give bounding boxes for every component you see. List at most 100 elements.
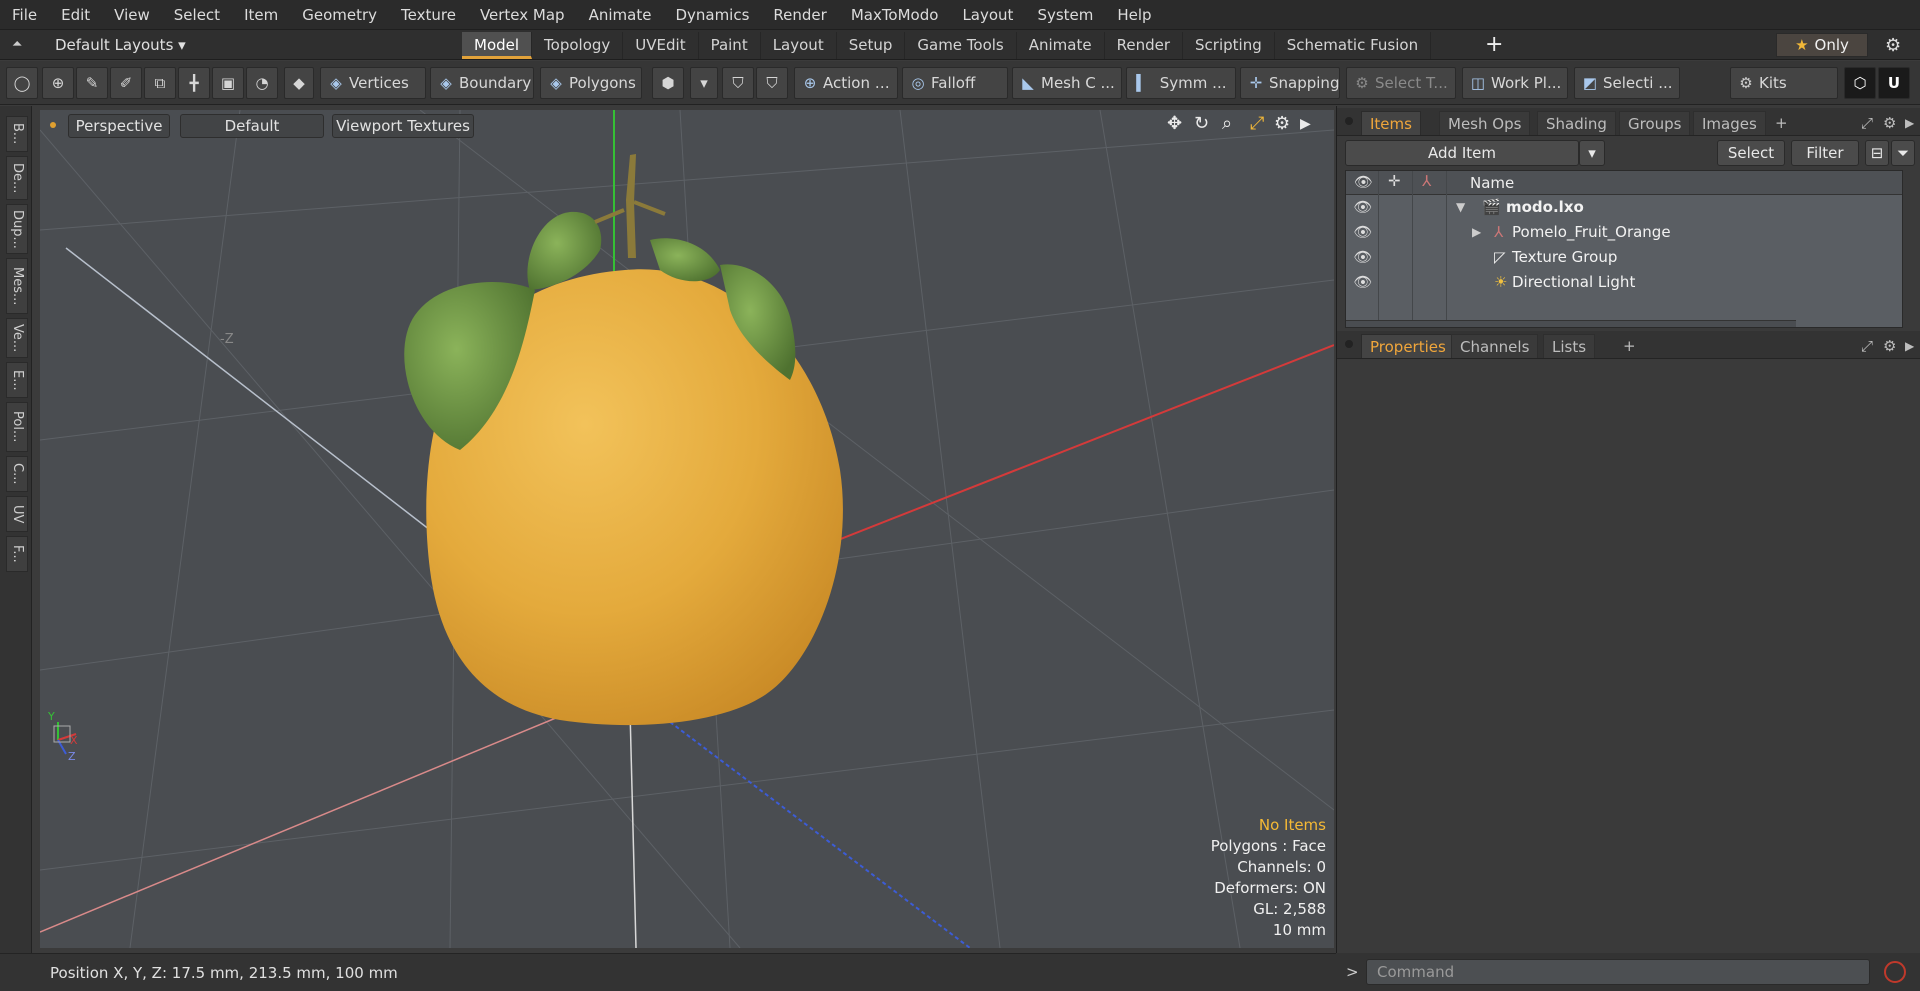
record-icon[interactable] [1884, 961, 1906, 983]
menu-item[interactable]: Item [232, 0, 290, 30]
menu-dynamics[interactable]: Dynamics [663, 0, 761, 30]
tab-items[interactable]: Items [1361, 111, 1421, 135]
action-center-button[interactable]: ⊕ Action … [794, 67, 898, 99]
tab-schematic-fusion[interactable]: Schematic Fusion [1275, 32, 1432, 59]
left-tab-edge[interactable]: E... [6, 362, 28, 398]
menu-select[interactable]: Select [162, 0, 232, 30]
menu-system[interactable]: System [1025, 0, 1105, 30]
tab-lists[interactable]: Lists [1543, 334, 1596, 358]
eye-icon[interactable]: 👁 [1352, 220, 1374, 245]
name-column-header[interactable]: Name [1470, 171, 1514, 195]
panel-arrow-icon[interactable]: ▶ [1897, 111, 1920, 135]
lock-column-icon[interactable]: ✛ [1388, 172, 1401, 190]
eye-icon[interactable]: 👁 [1352, 270, 1374, 295]
menu-file[interactable]: File [0, 0, 49, 30]
eye-icon[interactable]: 👁 [1352, 245, 1374, 270]
only-button[interactable]: ★ Only [1776, 33, 1868, 57]
snapping-button[interactable]: ✛ Snapping [1240, 67, 1340, 99]
polygons-button[interactable]: ◈ Polygons [540, 67, 642, 99]
unity-button[interactable]: ⬡ [1844, 67, 1876, 99]
symmetry-shield-button[interactable]: ⛉ [722, 67, 754, 99]
perspective-view-button[interactable]: Perspective [68, 114, 170, 138]
items-horizontal-scrollbar[interactable] [1346, 320, 1796, 327]
tab-setup[interactable]: Setup [837, 32, 906, 59]
tab-shading[interactable]: Shading [1537, 111, 1616, 135]
menu-view[interactable]: View [102, 0, 162, 30]
mesh-constraint-button[interactable]: ◣ Mesh C ... [1012, 67, 1122, 99]
boundary-button[interactable]: ◈ Boundary [430, 67, 534, 99]
tree-row-mesh[interactable]: 👁 ▶ ⅄ Pomelo_Fruit_Orange [1346, 220, 1902, 245]
left-tab-vertex[interactable]: Ve... [6, 318, 28, 358]
move-tool[interactable]: ╋ [178, 67, 210, 99]
left-tab-uv[interactable]: UV [6, 496, 28, 532]
eye-icon[interactable]: 👁 [1352, 195, 1374, 220]
left-tab-deform[interactable]: De... [6, 156, 28, 200]
tree-row-texture-group[interactable]: 👁 ◸ Texture Group [1346, 245, 1902, 270]
tab-uvedit[interactable]: UVEdit [623, 32, 699, 59]
tree-row-scene[interactable]: 👁 ▼ 🎬 modo.lxo [1346, 195, 1902, 220]
work-plane-button[interactable]: ◫ Work Pl... [1462, 67, 1568, 99]
tab-channels[interactable]: Channels [1451, 334, 1539, 358]
menu-maxtomodo[interactable]: MaxToModo [839, 0, 951, 30]
left-tab-mesh-edit[interactable]: Mes... [6, 258, 28, 314]
tree-row-light[interactable]: 👁 ☀ Directional Light [1346, 270, 1902, 295]
menu-help[interactable]: Help [1105, 0, 1163, 30]
menu-animate[interactable]: Animate [577, 0, 664, 30]
tab-mesh-ops[interactable]: Mesh Ops [1439, 111, 1531, 135]
menu-vertex-map[interactable]: Vertex Map [468, 0, 577, 30]
maximize-icon[interactable]: ⤢ [1250, 113, 1264, 134]
expand-triangle-icon[interactable]: ▼ [1456, 195, 1465, 220]
menu-layout[interactable]: Layout [950, 0, 1025, 30]
tab-scripting[interactable]: Scripting [1183, 32, 1275, 59]
left-tab-basic[interactable]: B... [6, 116, 28, 152]
shading-default-button[interactable]: Default [180, 114, 324, 138]
pen-tool[interactable]: ✎ [76, 67, 108, 99]
left-tab-curve[interactable]: C... [6, 456, 28, 492]
left-tab-polygon[interactable]: Pol... [6, 402, 28, 452]
select-through-button[interactable]: ⚙ Select T... [1346, 67, 1456, 99]
3d-viewport[interactable]: -Z Y X Z [40, 110, 1334, 948]
panel-arrow-icon[interactable]: ▶ [1897, 334, 1920, 358]
zoom-icon[interactable]: ⌕ [1222, 113, 1232, 134]
unreal-button[interactable]: U [1878, 67, 1910, 99]
brush-tool[interactable]: ✐ [110, 67, 142, 99]
symmetry-button[interactable]: ▍ Symm ... [1126, 67, 1236, 99]
visibility-column-icon[interactable]: 👁 [1354, 173, 1373, 191]
kits-button[interactable]: ⚙ Kits [1730, 67, 1838, 99]
viewport-textures-button[interactable]: Viewport Textures [332, 114, 474, 138]
locator-column-icon[interactable]: ⅄ [1422, 172, 1431, 190]
add-panel-tab-icon[interactable]: + [1615, 334, 1644, 358]
tab-animate[interactable]: Animate [1017, 32, 1105, 59]
falloff-button[interactable]: ◎ Falloff [902, 67, 1008, 99]
tab-game-tools[interactable]: Game Tools [905, 32, 1017, 59]
menu-edit[interactable]: Edit [49, 0, 102, 30]
command-input[interactable]: Command [1366, 959, 1870, 985]
add-item-dropdown[interactable]: ▾ [1579, 140, 1605, 166]
tab-render[interactable]: Render [1105, 32, 1184, 59]
vertices-button[interactable]: ◈ Vertices [320, 67, 426, 99]
menu-render[interactable]: Render [761, 0, 838, 30]
collapse-button[interactable]: ⊟ [1865, 140, 1889, 166]
tab-paint[interactable]: Paint [699, 32, 761, 59]
tab-groups[interactable]: Groups [1619, 111, 1691, 135]
soccer-button[interactable]: ⛉ [756, 67, 788, 99]
tab-model[interactable]: Model [462, 32, 533, 59]
item-mode-button[interactable]: ◆ [284, 67, 314, 99]
collapse-up-icon[interactable]: ⏶ [12, 37, 28, 53]
viewport-gear-icon[interactable]: ⚙ [1274, 113, 1290, 134]
left-tab-duplicate[interactable]: Dup... [6, 204, 28, 254]
tab-properties[interactable]: Properties [1361, 334, 1455, 358]
globe-tool[interactable]: ⊕ [42, 67, 74, 99]
gear-icon[interactable]: ⚙ [1885, 35, 1901, 56]
mode-dropdown[interactable]: ▾ [690, 67, 718, 99]
filter-button[interactable]: Filter [1791, 140, 1859, 166]
transform-tool[interactable]: ⧉ [144, 67, 176, 99]
menu-geometry[interactable]: Geometry [290, 0, 389, 30]
collapsed-triangle-icon[interactable]: ▶ [1472, 220, 1481, 245]
select-button[interactable]: Select [1717, 140, 1785, 166]
viewport-expand-arrow-icon[interactable]: ▶ [1300, 116, 1311, 132]
selection-sets-button[interactable]: ◩ Selecti ... [1574, 67, 1680, 99]
add-panel-tab-icon[interactable]: + [1767, 111, 1796, 135]
scale-tool[interactable]: ▣ [212, 67, 244, 99]
rotate-tool[interactable]: ◔ [246, 67, 278, 99]
